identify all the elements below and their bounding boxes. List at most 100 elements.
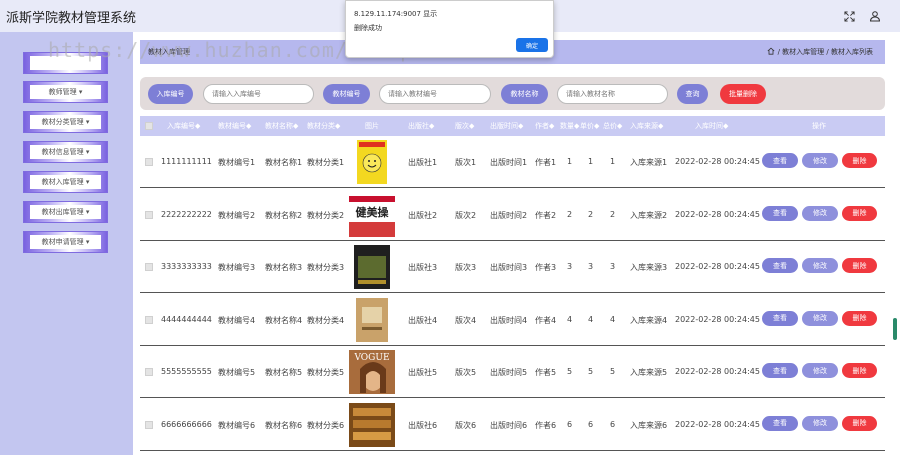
sidebar-item-label: 教材申请管理 ▾ [30, 235, 101, 249]
edit-button[interactable]: 修改 [802, 205, 838, 221]
col-instock-id[interactable]: 入库编号◆ [167, 121, 200, 131]
col-time[interactable]: 入库时间◆ [695, 121, 728, 131]
cell-category: 教材分类5 [307, 368, 345, 377]
col-qty[interactable]: 数量◆ [560, 121, 579, 131]
sidebar-item-info[interactable]: 教材信息管理 ▾ [23, 141, 108, 163]
row-checkbox[interactable] [145, 158, 153, 166]
row-checkbox[interactable] [145, 263, 153, 271]
view-button[interactable]: 查看 [762, 205, 798, 221]
delete-button[interactable]: 删除 [842, 310, 877, 326]
edit-button[interactable]: 修改 [802, 310, 838, 326]
col-publisher[interactable]: 出版社◆ [408, 121, 434, 131]
delete-button[interactable]: 删除 [842, 415, 877, 431]
row-checkbox[interactable] [145, 315, 153, 324]
cell-qty: 2 [567, 209, 573, 219]
cell-category: 教材分类2 [307, 210, 345, 220]
row-checkbox[interactable] [145, 368, 153, 376]
col-price[interactable]: 单价◆ [580, 121, 599, 131]
row-checkbox[interactable] [145, 420, 153, 429]
cell-author: 作者6 [535, 420, 557, 430]
cell-source: 入库来源3 [630, 263, 668, 272]
svg-text:健美操: 健美操 [356, 205, 390, 219]
col-pubtime[interactable]: 出版时间◆ [490, 121, 523, 131]
sidebar-item-label: 教材入库管理 ▾ [30, 175, 101, 189]
view-button[interactable]: 查看 [762, 153, 798, 168]
cell-name: 教材名称5 [265, 368, 303, 377]
delete-button[interactable]: 删除 [842, 258, 877, 273]
col-author[interactable]: 作者◆ [535, 121, 554, 131]
cell-author: 作者4 [535, 315, 557, 325]
col-total[interactable]: 总价◆ [603, 121, 622, 131]
instock-id-input[interactable]: 请输入入库编号 [203, 84, 314, 104]
cell-time: 2022-02-28 00:24:45 [675, 314, 760, 324]
cell-pubtime: 出版时间2 [490, 210, 528, 220]
cell-total: 1 [610, 157, 616, 166]
sidebar-item-instock[interactable]: 教材入库管理 ▾ [23, 171, 108, 193]
table-header: 入库编号◆ 教材编号◆ 教材名称◆ 教材分类◆ 图片 出版社◆ 版次◆ 出版时间… [140, 116, 885, 136]
fullscreen-icon[interactable] [840, 7, 858, 25]
view-button[interactable]: 查看 [762, 310, 798, 326]
cell-instock-id: 5555555555 [161, 367, 212, 376]
col-edition[interactable]: 版次◆ [455, 121, 474, 131]
col-name[interactable]: 教材名称◆ [265, 121, 298, 131]
home-icon[interactable] [767, 47, 775, 57]
material-code-input[interactable]: 请输入教材编号 [379, 84, 491, 104]
data-table: 入库编号◆ 教材编号◆ 教材名称◆ 教材分类◆ 图片 出版社◆ 版次◆ 出版时间… [140, 116, 885, 455]
col-actions: 操作 [812, 122, 826, 130]
cell-price: 5 [588, 367, 594, 376]
scrollbar-thumb[interactable] [893, 318, 897, 340]
cell-source: 入库来源1 [630, 158, 668, 167]
sidebar-item-label [30, 56, 101, 70]
row-checkbox[interactable] [145, 210, 153, 219]
delete-button[interactable]: 删除 [842, 153, 877, 168]
cell-instock-id: 3333333333 [161, 262, 212, 271]
user-icon[interactable] [866, 7, 884, 25]
cell-instock-id: 6666666666 [161, 419, 212, 429]
view-button[interactable]: 查看 [762, 258, 798, 273]
material-name-input[interactable]: 请输入教材名称 [557, 84, 668, 104]
cell-qty: 5 [567, 367, 573, 376]
delete-button[interactable]: 删除 [842, 363, 877, 378]
sidebar-item-label: 教师管理 ▾ [30, 85, 101, 99]
edit-button[interactable]: 修改 [802, 363, 838, 378]
view-button[interactable]: 查看 [762, 363, 798, 378]
cell-time: 2022-02-28 00:24:45 [675, 367, 760, 376]
delete-button[interactable]: 删除 [842, 205, 877, 221]
sidebar-item-apply[interactable]: 教材申请管理 ▾ [23, 231, 108, 253]
cell-total: 4 [610, 314, 616, 324]
cell-publisher: 出版社6 [408, 420, 438, 430]
sidebar-item-category[interactable]: 教材分类管理 ▾ [23, 111, 108, 133]
select-all-checkbox[interactable] [145, 122, 153, 130]
sidebar-item-home[interactable] [23, 52, 108, 74]
cell-name: 教材名称3 [265, 263, 303, 272]
table-row: 3333333333 教材编号3 教材名称3 教材分类3 出版社3 版次3 出版时间3 作者3… [140, 241, 885, 293]
dialog-ok-button[interactable]: 确定 [516, 38, 548, 52]
sidebar-item-outstock[interactable]: 教材出库管理 ▾ [23, 201, 108, 223]
query-button[interactable]: 查询 [677, 84, 708, 104]
sidebar-item-teacher[interactable]: 教师管理 ▾ [23, 81, 108, 103]
edit-button[interactable]: 修改 [802, 258, 838, 273]
col-code[interactable]: 教材编号◆ [218, 121, 251, 131]
dialog-message: 删除成功 [354, 24, 382, 32]
view-button[interactable]: 查看 [762, 415, 798, 431]
edit-button[interactable]: 修改 [802, 415, 838, 431]
cell-name: 教材名称1 [265, 158, 303, 167]
table-row: 6666666666 教材编号6 教材名称6 教材分类6 出版社6 版次6 出版时间6 作者6… [140, 398, 885, 451]
cell-author: 作者2 [535, 210, 557, 220]
cell-pubtime: 出版时间3 [490, 263, 528, 272]
cell-price: 4 [588, 314, 594, 324]
col-source[interactable]: 入库来源◆ [630, 121, 663, 131]
sidebar-item-label: 教材出库管理 ▾ [30, 205, 101, 219]
table-row: 5555555555 教材编号5 教材名称5 教材分类5 VOGUE 出版社5 版次5 出版时… [140, 346, 885, 398]
cell-publisher: 出版社2 [408, 210, 438, 220]
edit-button[interactable]: 修改 [802, 153, 838, 168]
dialog-host: 8.129.11.174:9007 显示 [354, 10, 438, 18]
book-cover-image [348, 402, 396, 448]
alert-dialog: 8.129.11.174:9007 显示 删除成功 确定 [345, 0, 554, 58]
cell-author: 作者5 [535, 368, 557, 377]
label-material-code: 教材编号 [323, 84, 370, 104]
batch-delete-button[interactable]: 批量删除 [720, 84, 766, 104]
cell-pubtime: 出版时间6 [490, 420, 528, 430]
cell-category: 教材分类3 [307, 263, 345, 272]
col-category[interactable]: 教材分类◆ [307, 121, 340, 131]
